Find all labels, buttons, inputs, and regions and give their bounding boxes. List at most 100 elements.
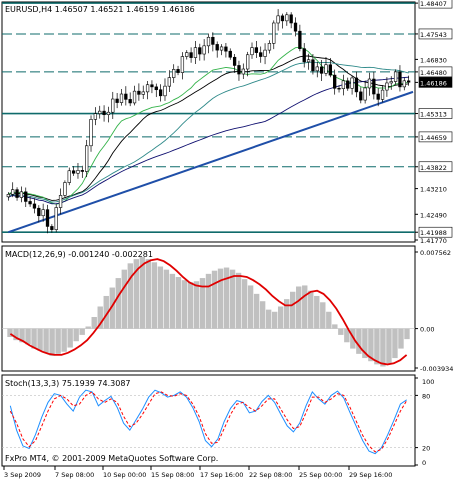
- macd-histogram-bar: [277, 306, 284, 329]
- candle-body: [89, 119, 93, 147]
- time-tick-label: 29 Sep 16:00: [349, 471, 392, 479]
- macd-histogram-bar: [31, 328, 37, 349]
- candle-body: [359, 91, 363, 101]
- stochastic-tick-label: 80: [422, 392, 430, 400]
- candle-body: [354, 77, 359, 93]
- copyright-text: FxPro MT4, © 2001-2009 MetaQuotes Softwa…: [5, 454, 218, 463]
- macd-histogram-bar: [175, 277, 182, 329]
- macd-histogram-bar: [259, 301, 266, 329]
- macd-histogram-bar: [193, 281, 200, 329]
- macd-histogram-bar: [265, 309, 272, 329]
- time-tick-label: 15 Sep 08:00: [151, 471, 194, 479]
- time-tick-label: 17 Sep 16:00: [200, 471, 243, 479]
- candle-body: [54, 207, 58, 230]
- candle-body: [246, 54, 250, 70]
- candle-body: [333, 74, 337, 89]
- candle-body: [337, 88, 341, 90]
- macd-histogram-bar: [91, 317, 97, 329]
- macd-histogram-bar: [163, 269, 170, 329]
- candle-body: [398, 71, 402, 88]
- macd-histogram-bar: [49, 328, 55, 356]
- candle-body: [289, 14, 293, 24]
- macd-histogram-bar: [223, 267, 230, 329]
- candle-body: [389, 81, 393, 84]
- macd-histogram-bar: [326, 311, 332, 329]
- macd-histogram-bar: [61, 328, 67, 352]
- candle-body: [11, 189, 15, 195]
- macd-histogram-bar: [211, 270, 218, 329]
- candle-body: [280, 15, 285, 22]
- macd-histogram-bar: [85, 326, 91, 329]
- candle-body: [319, 66, 324, 74]
- candle-body: [241, 68, 245, 75]
- candle-body: [363, 87, 367, 101]
- macd-header: MACD(12,26,9) -0.001240 -0.002281: [5, 250, 153, 259]
- macd-histogram-bar: [392, 328, 398, 359]
- price-tick-label: 1.42490: [420, 211, 447, 219]
- macd-histogram-bar: [151, 262, 158, 329]
- candle-body: [102, 110, 106, 116]
- candle-body: [259, 52, 263, 57]
- candle-body: [385, 82, 389, 91]
- candle-body: [176, 69, 180, 73]
- price-tick-label: 1.43822: [420, 164, 447, 172]
- candle-body: [393, 71, 398, 82]
- macd-histogram-bar: [55, 328, 61, 354]
- candle-body: [293, 22, 298, 32]
- candle-body: [154, 86, 158, 91]
- price-tick-label: 1.43210: [420, 186, 447, 194]
- time-tick-label: 7 Sep 08:00: [55, 471, 94, 479]
- macd-histogram-bar: [247, 285, 254, 329]
- candle-body: [185, 52, 189, 57]
- candle-body: [132, 90, 137, 104]
- symbol-header: EURUSD,H4 1.46507 1.46521 1.46159 1.4618…: [5, 5, 195, 14]
- macd-histogram-bar: [380, 328, 386, 367]
- price-tick-label: 1.45313: [420, 111, 447, 119]
- candle-body: [163, 85, 167, 97]
- candle-body: [206, 36, 211, 47]
- macd-histogram-bar: [308, 290, 314, 329]
- candle-body: [119, 93, 124, 103]
- macd-histogram-bar: [338, 328, 344, 335]
- macd-histogram-bar: [127, 263, 134, 329]
- candle-body: [80, 170, 84, 172]
- candle-body: [341, 80, 346, 89]
- stochastic-tick-label: 0: [422, 459, 426, 467]
- macd-histogram-bar: [25, 328, 31, 345]
- macd-histogram-bar: [398, 328, 404, 349]
- stochastic-tick-label: 20: [422, 445, 430, 453]
- macd-tick-label: -0.003934: [420, 365, 453, 373]
- candle-body: [228, 50, 232, 58]
- candle-body: [85, 145, 89, 172]
- macd-histogram-bar: [404, 328, 410, 340]
- candle-body: [193, 47, 198, 58]
- candle-body: [37, 207, 41, 217]
- macd-tick-label: 0.00: [420, 326, 434, 334]
- macd-histogram-bar: [356, 328, 362, 354]
- price-tick-label: 1.46480: [420, 69, 447, 77]
- candle-body: [158, 89, 163, 97]
- metatrader-chart-window: 1.48407 1.47543 1.46830 1.46480 1.46186 1.453…: [0, 0, 454, 480]
- macd-histogram-bar: [67, 328, 73, 348]
- candle-body: [111, 98, 115, 113]
- candle-body: [250, 47, 254, 56]
- macd-histogram-bar: [386, 328, 392, 364]
- macd-histogram-bar: [121, 269, 128, 329]
- candle-body: [150, 84, 154, 88]
- macd-histogram-bar: [271, 311, 278, 329]
- macd-histogram-bar: [289, 291, 296, 329]
- candle-body: [106, 111, 111, 116]
- candle-body: [402, 80, 406, 88]
- candle-body: [311, 59, 315, 72]
- candle-body: [6, 194, 10, 198]
- macd-histogram-bar: [205, 273, 212, 329]
- candle-body: [67, 170, 71, 183]
- candle-body: [71, 170, 76, 174]
- candle-body: [32, 203, 37, 209]
- candle-body: [215, 44, 219, 51]
- candle-body: [50, 226, 54, 230]
- candle-body: [372, 78, 376, 95]
- price-tick-label: 1.48407: [420, 0, 447, 8]
- chart-canvas[interactable]: 1.48407 1.47543 1.46830 1.46480 1.46186 1.453…: [0, 0, 454, 480]
- candle-body: [41, 209, 45, 217]
